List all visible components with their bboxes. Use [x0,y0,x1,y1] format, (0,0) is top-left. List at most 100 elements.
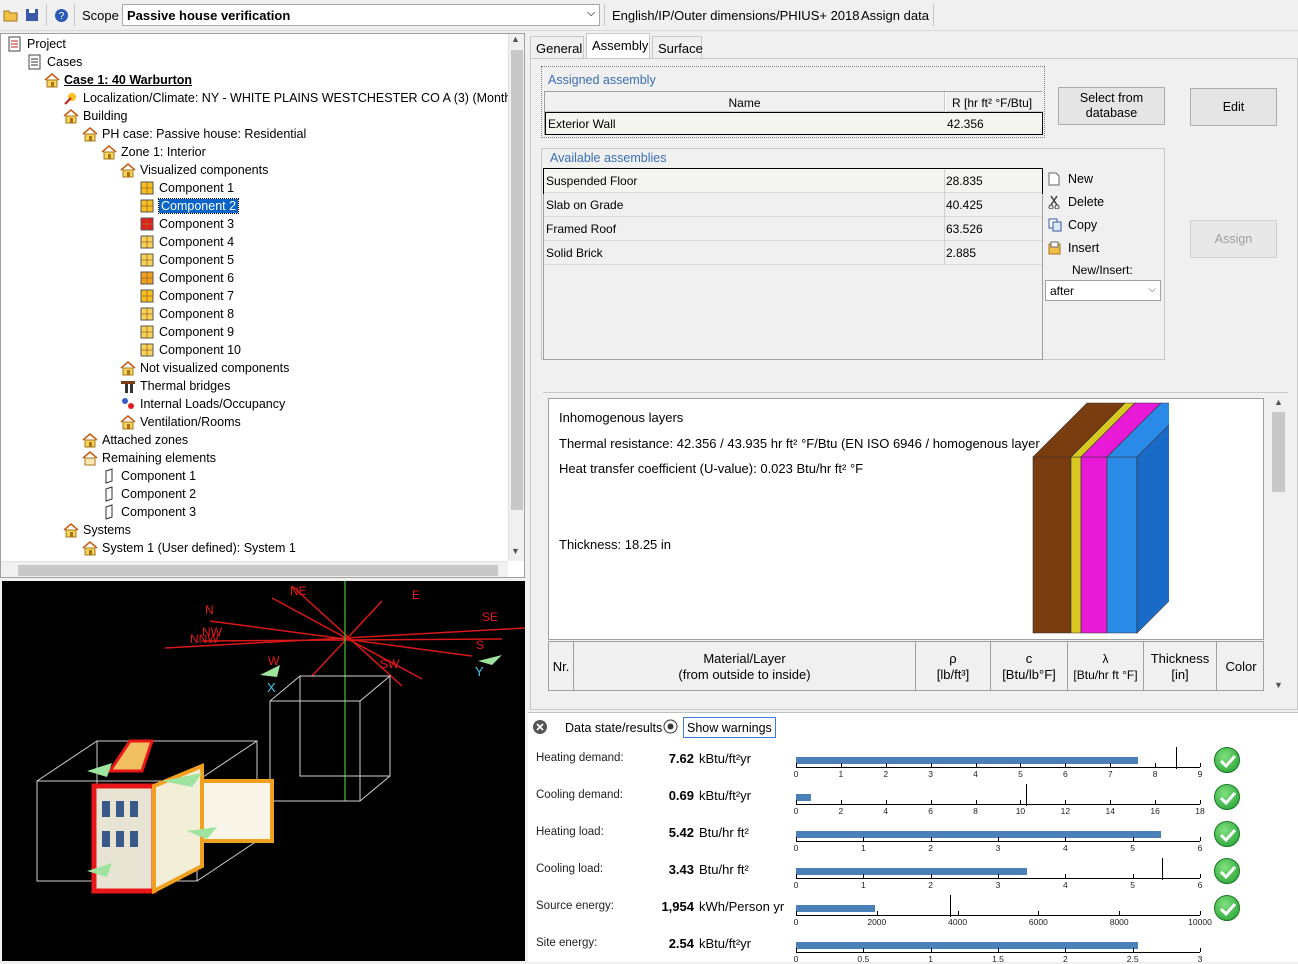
assembly-r-value: 28.835 [946,174,983,188]
axis-tick [1065,763,1067,767]
tree-item[interactable]: Component 3 [101,503,196,521]
scope-select[interactable]: Passive house verification ⌵ [122,4,600,26]
layer-3 [1080,456,1108,634]
units-button[interactable]: English/IP/Outer dimensions/PHIUS+ 2018 [612,8,860,23]
tree-horizontal-scrollbar[interactable] [1,561,508,577]
tree-item[interactable]: Internal Loads/Occupancy [120,395,285,413]
available-assemblies-grid[interactable]: Suspended Floor 28.835 Slab on Grade 40.425… [543,168,1043,360]
tree-item[interactable]: Ventilation/Rooms [120,413,241,431]
insert-assembly-button[interactable]: Insert [1048,241,1099,255]
assembly-row[interactable]: Suspended Floor 28.835 [543,168,1043,194]
tree-item[interactable]: System 1 (User defined): System 1 [82,539,296,557]
result-bar [796,757,1139,764]
tab-general[interactable]: General [530,36,584,58]
tree-vertical-scrollbar[interactable]: ▲ ▼ [508,34,524,561]
axis-tick [1119,911,1121,915]
tree-item-label: Cases [47,55,83,69]
tree-item[interactable]: Component 5 [139,251,234,269]
tab-assembly[interactable]: Assembly [586,33,650,58]
tree-item[interactable]: Attached zones [82,431,188,449]
assembly-row[interactable]: Framed Roof 63.526 [544,217,1042,241]
tree-item[interactable]: Component 3 [139,215,234,233]
tree-item[interactable]: Component 2 [139,197,240,215]
tree-item-label: Component 8 [159,307,235,321]
info-vertical-scrollbar[interactable]: ▲ ▼ [1270,396,1287,694]
save-icon[interactable] [23,6,41,24]
tree-item[interactable]: Component 4 [139,233,234,251]
result-unit: kBtu/ft²yr [699,751,752,766]
tree-item[interactable]: Thermal bridges [120,377,230,395]
axis-tick-label: 7 [1107,769,1113,779]
new-insert-label: New/Insert: [1072,263,1133,277]
insert-position-select[interactable]: after ⌵ [1045,280,1161,301]
data-state-label[interactable]: Data state/results [565,721,662,735]
new-assembly-button[interactable]: New [1048,172,1093,186]
result-limit-marker [949,895,951,917]
axis-tick [1155,800,1157,804]
assign-button[interactable]: Assign [1190,220,1277,258]
tree-item-label: Component 9 [159,325,235,339]
delete-label: Delete [1068,195,1105,209]
tree-item-label: Building [83,109,128,123]
tree-item[interactable]: Component 10 [139,341,241,359]
tree-item[interactable]: Component 7 [139,287,234,305]
tree-item[interactable]: Component 6 [139,269,234,287]
col-heat-capacity-unit: [Btu/lb°F] [1002,667,1056,682]
assembly-name: Suspended Floor [546,174,638,188]
tree-item[interactable]: Component 1 [101,467,196,485]
assigned-assembly-row[interactable]: Exterior Wall 42.356 [545,112,1043,135]
assembly-r-value: 2.885 [946,246,977,260]
tree-item[interactable]: Case 1: 40 Warburton [44,71,192,89]
axis-tick [863,837,865,841]
result-value: 1,954 [661,899,694,914]
tree-item[interactable]: Zone 1: Interior [101,143,206,161]
component-icon [139,306,155,322]
tree-item[interactable]: Component 2 [101,485,196,503]
axis-tick-label: 6000 [1028,917,1048,927]
axis-tick-label: 6 [1197,843,1203,853]
select-from-database-button[interactable]: Select from database [1058,87,1165,125]
3d-building-view[interactable]: N NE E SE S SW W NW NNW X Y [2,581,525,961]
close-icon[interactable] [532,719,548,738]
axis-tick-label: 5 [1130,880,1136,890]
copy-assembly-button[interactable]: Copy [1048,218,1097,232]
tab-surface[interactable]: Surface [652,36,703,58]
assembly-row[interactable]: Slab on Grade 40.425 [544,193,1042,217]
edit-button[interactable]: Edit [1190,88,1277,126]
tree-item[interactable]: Localization/Climate: NY - WHITE PLAINS … [63,89,524,107]
tree-item[interactable]: Visualized components [120,161,268,179]
tree-item[interactable]: Component 1 [139,179,234,197]
assembly-name: Framed Roof [546,222,617,236]
assembly-row[interactable]: Solid Brick 2.885 [544,241,1042,265]
tree-item[interactable]: Systems [63,521,131,539]
col-heat-capacity-symbol: c [1025,651,1033,666]
project-tree[interactable]: Project Cases Case 1: 40 Warburton Localiza… [0,33,525,578]
help-icon[interactable]: ? [52,6,70,24]
thermal-bridge-icon [120,378,136,394]
tree-item[interactable]: Not visualized components [120,359,289,377]
tree-item[interactable]: Remaining elements [82,449,216,467]
axis-tick [930,837,932,841]
axis-tick [1200,763,1201,767]
assign-data-button[interactable]: Assign data [861,8,929,23]
tree-item[interactable]: Component 8 [139,305,234,323]
house-icon [82,126,98,142]
tree-item[interactable]: Building [63,107,127,125]
result-bar [796,868,1028,875]
tree-item-label: Ventilation/Rooms [140,415,241,429]
result-axis [796,952,1200,953]
axis-tick-label: 5 [1130,843,1136,853]
house-icon [63,108,79,124]
tree-item[interactable]: PH case: Passive house: Residential [82,125,306,143]
tree-item-label: Component 2 [157,198,240,214]
delete-assembly-button[interactable]: Delete [1048,195,1105,210]
tree-item[interactable]: Cases [27,53,82,71]
result-bar [796,942,1139,949]
tree-item[interactable]: Component 9 [139,323,234,341]
show-warnings-button[interactable]: Show warnings [683,717,776,738]
tree-item[interactable]: Project [7,35,66,53]
assigned-assembly-name: Exterior Wall [548,117,616,131]
assigned-assembly-group: Assigned assembly Name R [hr ft² °F/Btu]… [541,66,1045,138]
open-folder-icon[interactable] [2,6,20,24]
result-unit: Btu/hr ft² [699,862,749,877]
